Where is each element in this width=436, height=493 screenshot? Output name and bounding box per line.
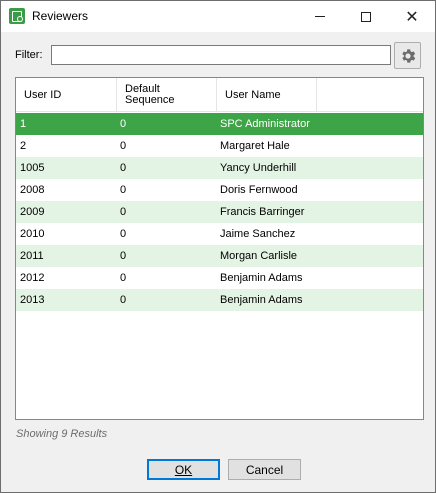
cell-user-id: 2009 xyxy=(20,206,45,218)
cell-default-sequence: 0 xyxy=(120,184,127,196)
cell-user-id: 2011 xyxy=(20,250,44,262)
cell-user-id: 2010 xyxy=(20,228,45,240)
ok-button[interactable]: OK xyxy=(147,459,220,480)
settings-button[interactable] xyxy=(394,42,421,69)
cell-user-id: 1 xyxy=(20,118,27,130)
results-count: Showing 9 Results xyxy=(16,428,108,440)
table-row[interactable]: 2 0 Margaret Hale xyxy=(16,135,423,157)
cell-default-sequence: 0 xyxy=(120,272,127,284)
ok-button-label: OK xyxy=(174,462,193,477)
cell-user-name: Margaret Hale xyxy=(220,140,290,152)
column-header-user-name[interactable]: User Name xyxy=(217,78,317,112)
window-title: Reviewers xyxy=(32,9,89,23)
cancel-button-label: Cancel xyxy=(245,462,284,477)
cell-default-sequence: 0 xyxy=(120,228,127,240)
cell-default-sequence: 0 xyxy=(120,294,127,306)
table-row[interactable]: 1005 0 Yancy Underhill xyxy=(16,157,423,179)
column-header-user-id[interactable]: User ID xyxy=(16,78,117,112)
cancel-button[interactable]: Cancel xyxy=(228,459,301,480)
cell-user-id: 1005 xyxy=(20,162,45,174)
cell-user-name: Morgan Carlisle xyxy=(220,250,298,262)
reviewers-dialog: Reviewers ✕ Filter: User ID Default Sequ… xyxy=(0,0,436,493)
table-row[interactable]: 2011 0 Morgan Carlisle xyxy=(16,245,423,267)
title-bar[interactable]: Reviewers ✕ xyxy=(1,1,435,32)
cell-default-sequence: 0 xyxy=(120,250,127,262)
cell-default-sequence: 0 xyxy=(120,162,127,174)
cell-user-name: SPC Administrator xyxy=(220,118,310,130)
reviewers-grid[interactable]: User ID Default Sequence User Name 1 0 SPC… xyxy=(15,77,424,420)
table-row[interactable]: 2009 0 Francis Barringer xyxy=(16,201,423,223)
cell-user-name: Yancy Underhill xyxy=(220,162,297,174)
column-header-default-sequence[interactable]: Default Sequence xyxy=(117,78,217,112)
table-row[interactable]: 2012 0 Benjamin Adams xyxy=(16,267,423,289)
cell-user-name: Doris Fernwood xyxy=(220,184,298,196)
grid-rows: 1 0 SPC Administrator 2 0 Margaret Hale 1005 0 Y… xyxy=(16,113,423,311)
filter-label: Filter: xyxy=(15,49,43,61)
app-icon xyxy=(9,8,25,24)
cell-user-id: 2013 xyxy=(20,294,45,306)
column-header-default-sequence-label: Default Sequence xyxy=(125,83,175,106)
table-row[interactable]: 1 0 SPC Administrator xyxy=(16,113,423,135)
maximize-button[interactable] xyxy=(343,1,389,32)
cell-default-sequence: 0 xyxy=(120,118,127,130)
maximize-icon xyxy=(361,11,371,22)
cell-user-id: 2008 xyxy=(20,184,45,196)
cell-user-id: 2012 xyxy=(20,272,45,284)
close-icon: ✕ xyxy=(405,6,419,26)
cell-user-name: Benjamin Adams xyxy=(220,272,303,284)
gear-icon xyxy=(401,48,415,63)
table-row[interactable]: 2010 0 Jaime Sanchez xyxy=(16,223,423,245)
table-row[interactable]: 2013 0 Benjamin Adams xyxy=(16,289,423,311)
cell-user-id: 2 xyxy=(20,140,27,152)
cell-user-name: Benjamin Adams xyxy=(220,294,303,306)
cell-user-name: Francis Barringer xyxy=(220,206,305,218)
cell-default-sequence: 0 xyxy=(120,140,127,152)
minimize-button[interactable] xyxy=(297,1,343,32)
close-button[interactable]: ✕ xyxy=(389,1,435,32)
cell-user-name: Jaime Sanchez xyxy=(220,228,296,240)
minimize-icon xyxy=(315,16,325,17)
filter-input[interactable] xyxy=(51,45,391,65)
cell-default-sequence: 0 xyxy=(120,206,127,218)
table-row[interactable]: 2008 0 Doris Fernwood xyxy=(16,179,423,201)
grid-header: User ID Default Sequence User Name xyxy=(16,78,423,112)
